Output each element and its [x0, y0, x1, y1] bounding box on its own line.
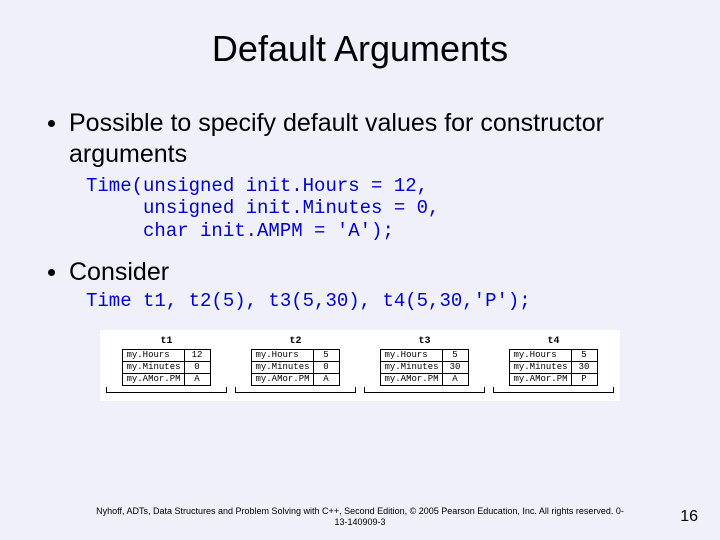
- object-name: t3: [418, 336, 430, 347]
- field-value: P: [571, 374, 597, 386]
- field-value: 30: [442, 362, 468, 374]
- field-value: 12: [184, 350, 210, 362]
- object-name: t4: [547, 336, 559, 347]
- bullet-dot: [48, 269, 55, 276]
- object-box: t2 my.Hours5my.Minutes0my.AMor.PMA: [235, 336, 356, 393]
- object-box: t3 my.Hours5my.Minutes30my.AMor.PMA: [364, 336, 485, 393]
- object-box: t1 my.Hours12my.Minutes0my.AMor.PMA: [106, 336, 227, 393]
- field-name: my.Minutes: [123, 362, 184, 374]
- field-value: 5: [571, 350, 597, 362]
- object-footer-bar: [493, 387, 614, 393]
- slide-title: Default Arguments: [30, 28, 690, 70]
- field-name: my.Hours: [123, 350, 184, 362]
- field-value: A: [442, 374, 468, 386]
- field-value: A: [184, 374, 210, 386]
- object-box: t4 my.Hours5my.Minutes30my.AMor.PMP: [493, 336, 614, 393]
- footer-citation: Nyhoff, ADTs, Data Structures and Proble…: [0, 506, 720, 528]
- field-name: my.AMor.PM: [381, 374, 442, 386]
- code-block-2: Time t1, t2(5), t3(5,30), t4(5,30,'P');: [86, 290, 690, 312]
- field-value: A: [313, 374, 339, 386]
- bullet-dot: [48, 120, 55, 127]
- object-footer-bar: [106, 387, 227, 393]
- field-name: my.Hours: [252, 350, 313, 362]
- object-name: t2: [289, 336, 301, 347]
- field-name: my.Minutes: [510, 362, 571, 374]
- field-value: 5: [313, 350, 339, 362]
- bullet-text-2: Consider: [69, 257, 169, 288]
- bullet-text-1: Possible to specify default values for c…: [69, 108, 690, 171]
- field-value: 5: [442, 350, 468, 362]
- object-diagram: t1my.Hours12my.Minutes0my.AMor.PMAt2my.H…: [100, 330, 620, 401]
- code-block-1: Time(unsigned init.Hours = 12, unsigned …: [86, 175, 690, 243]
- field-name: my.AMor.PM: [123, 374, 184, 386]
- field-name: my.AMor.PM: [252, 374, 313, 386]
- field-value: 0: [184, 362, 210, 374]
- field-name: my.Minutes: [252, 362, 313, 374]
- page-number: 16: [680, 508, 698, 526]
- object-name: t1: [160, 336, 172, 347]
- field-value: 0: [313, 362, 339, 374]
- field-value: 30: [571, 362, 597, 374]
- object-footer-bar: [235, 387, 356, 393]
- object-footer-bar: [364, 387, 485, 393]
- field-name: my.Minutes: [381, 362, 442, 374]
- field-name: my.Hours: [381, 350, 442, 362]
- field-name: my.AMor.PM: [510, 374, 571, 386]
- field-name: my.Hours: [510, 350, 571, 362]
